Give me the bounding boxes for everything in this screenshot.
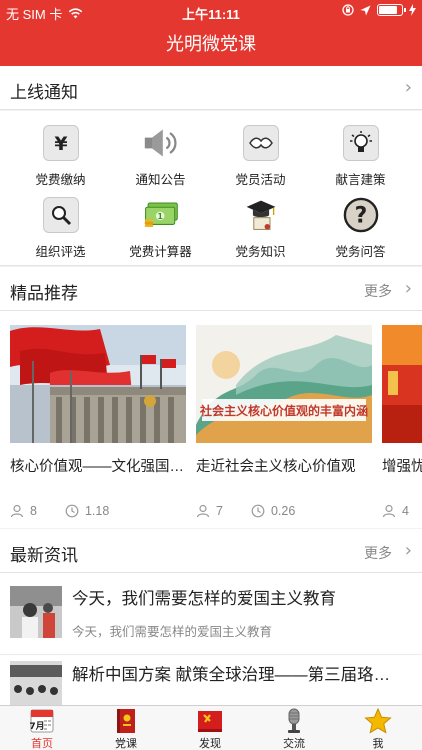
- location-icon: [360, 5, 371, 15]
- grid-label: 党务知识: [235, 245, 286, 259]
- view-count: 7: [216, 504, 223, 518]
- speaker-icon: [143, 125, 179, 161]
- featured-header: 精品推荐 更多 ›: [0, 267, 422, 311]
- featured-card-title: 走近社会主义核心价值观: [196, 459, 356, 475]
- clock-icon: [251, 504, 265, 518]
- tab-bar: 7月 首页 党课 发现 交流 我: [0, 705, 422, 750]
- featured-card-image: [382, 325, 422, 443]
- status-bar: 无 SIM 卡 上午11:11: [0, 0, 422, 24]
- microphone-icon: [280, 708, 308, 734]
- grid-item-evaluation[interactable]: 组织评选: [8, 197, 113, 260]
- grid-item-qa[interactable]: ? 党务问答: [308, 197, 413, 260]
- app-title: 光明微党课: [166, 34, 256, 54]
- grid-item-fee-calculator[interactable]: 1 党费计算器: [108, 197, 213, 260]
- handshake-icon: [242, 125, 279, 161]
- tab-label: 发现: [199, 738, 221, 750]
- news-thumbnail: [10, 661, 62, 705]
- person-icon: [382, 504, 396, 518]
- news-title: 最新资讯: [10, 546, 78, 565]
- tab-exchange[interactable]: 交流: [252, 706, 336, 750]
- tab-label: 交流: [283, 738, 305, 750]
- news-item[interactable]: 今天，我们需要怎样的爱国主义教育 今天，我们需要怎样的爱国主义教育: [0, 573, 422, 655]
- orientation-lock-icon: [342, 4, 354, 16]
- featured-card[interactable]: 核心价值观——文化强国… 8 1.18: [10, 325, 186, 518]
- grid-item-suggestion[interactable]: 献言建策: [308, 125, 413, 188]
- tab-me[interactable]: 我: [336, 706, 420, 750]
- yuan-icon: ¥: [42, 125, 79, 161]
- featured-card-image: [10, 325, 186, 443]
- news-item-title: 今天，我们需要怎样的爱国主义教育: [72, 590, 336, 608]
- graduation-icon: [243, 197, 279, 233]
- charging-icon: [409, 4, 416, 16]
- news-list: 今天，我们需要怎样的爱国主义教育 今天，我们需要怎样的爱国主义教育 解析中国方案…: [0, 573, 422, 705]
- grid-label: 党费计算器: [129, 245, 192, 259]
- grid-item-activity[interactable]: 党员活动: [208, 125, 313, 188]
- svg-text:1: 1: [157, 212, 162, 221]
- grid-label: 献言建策: [335, 173, 386, 187]
- featured-card[interactable]: 增强忧 4: [382, 325, 422, 518]
- notice-label: 上线通知: [10, 83, 78, 102]
- news-item[interactable]: 解析中国方案 献策全球治理——第三届珞…: [0, 655, 422, 705]
- featured-carousel[interactable]: 核心价值观——文化强国… 8 1.18 社会主义核心价值观的丰富内涵 走近社会主…: [0, 311, 422, 528]
- chevron-right-icon: ›: [404, 77, 412, 98]
- book-icon: [112, 708, 140, 734]
- grid-label: 党务问答: [335, 245, 386, 259]
- grid-item-party-fee[interactable]: ¥ 党费缴纳: [8, 125, 113, 188]
- person-icon: [196, 504, 210, 518]
- grid-label: 通知公告: [135, 173, 186, 187]
- clock-icon: [65, 504, 79, 518]
- featured-card-stats: 7 0.26: [196, 504, 372, 518]
- tab-home[interactable]: 7月 首页: [0, 706, 84, 750]
- grid-label: 党费缴纳: [35, 173, 86, 187]
- featured-card-banner: 社会主义核心价值观的丰富内涵: [199, 403, 368, 418]
- news-thumbnail: [10, 586, 62, 638]
- grid-item-notice[interactable]: 通知公告: [108, 125, 213, 188]
- tab-course[interactable]: 党课: [84, 706, 168, 750]
- nav-bar: 光明微党课: [0, 24, 422, 66]
- grid-label: 党员活动: [235, 173, 286, 187]
- calendar-badge: 7月: [29, 721, 44, 732]
- featured-card[interactable]: 社会主义核心价值观的丰富内涵 走近社会主义核心价值观 7 0.26: [196, 325, 372, 518]
- news-more-link[interactable]: 更多: [364, 543, 392, 563]
- view-count: 8: [30, 504, 37, 518]
- question-icon: ?: [343, 197, 379, 233]
- featured-more-link[interactable]: 更多: [364, 281, 392, 301]
- battery-icon: [377, 4, 406, 16]
- grid-item-knowledge[interactable]: 党务知识: [208, 197, 313, 260]
- view-count: 4: [402, 504, 409, 518]
- featured-card-image: 社会主义核心价值观的丰富内涵: [196, 325, 372, 443]
- tab-label: 首页: [31, 738, 53, 750]
- chevron-right-icon[interactable]: ›: [405, 278, 412, 299]
- featured-card-title: 核心价值观——文化强国…: [10, 459, 184, 475]
- tab-label: 我: [372, 738, 384, 750]
- party-flag-icon: [196, 708, 224, 734]
- tab-discover[interactable]: 发现: [168, 706, 252, 750]
- featured-card-stats: 4: [382, 504, 422, 518]
- calendar-icon: 7月: [28, 708, 56, 734]
- featured-card-stats: 8 1.18: [10, 504, 186, 518]
- star-icon: [364, 707, 392, 734]
- lightbulb-icon: [342, 125, 379, 161]
- news-item-title: 解析中国方案 献策全球治理——第三届珞…: [72, 666, 391, 684]
- featured-title: 精品推荐: [10, 284, 78, 303]
- grid-label: 组织评选: [35, 245, 86, 259]
- tab-label: 党课: [115, 738, 137, 750]
- notice-row[interactable]: 上线通知 ›: [0, 66, 422, 110]
- duration: 1.18: [84, 504, 110, 518]
- news-header: 最新资讯 更多 ›: [0, 529, 422, 573]
- magnifier-icon: [42, 197, 79, 233]
- money-icon: 1: [143, 197, 179, 233]
- news-item-subtitle: 今天，我们需要怎样的爱国主义教育: [72, 625, 273, 639]
- svg-text:¥: ¥: [54, 133, 67, 155]
- function-grid: ¥ 党费缴纳 通知公告 党员活动 献言建策 组织评选 1 党费计算器 党务知识 …: [0, 111, 422, 266]
- chevron-right-icon[interactable]: ›: [405, 540, 412, 561]
- person-icon: [10, 504, 24, 518]
- duration: 0.26: [270, 504, 296, 518]
- featured-card-title: 增强忧: [382, 459, 422, 475]
- svg-text:?: ?: [354, 204, 367, 229]
